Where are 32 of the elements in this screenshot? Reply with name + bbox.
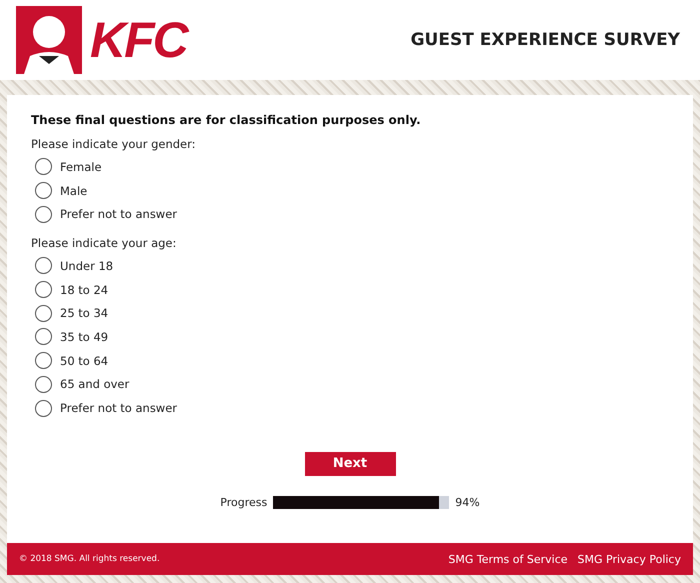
option-label: Prefer not to answer [60, 401, 178, 416]
option-label: 18 to 24 [60, 282, 108, 297]
radio-button[interactable] [35, 182, 52, 200]
option-label: 50 to 64 [60, 354, 108, 368]
logo-text: KFC [90, 11, 187, 69]
option-label: Prefer not to answer [60, 207, 178, 222]
option-label: 35 to 49 [60, 330, 108, 344]
intro-text: These final questions are for classification purposes only. [31, 113, 422, 127]
option-label: 65 and over [60, 377, 130, 392]
question-prompt: Please indicate your gender: [31, 137, 197, 151]
option-label: Under 18 [60, 258, 114, 273]
radio-button[interactable] [35, 376, 52, 393]
logo-figure-icon [16, 6, 82, 74]
radio-button[interactable] [35, 352, 52, 370]
progress-label: Progress [220, 496, 268, 509]
question-prompt: Please indicate your age: [31, 236, 178, 250]
footer-link[interactable]: SMG Privacy Policy [578, 552, 681, 566]
radio-button[interactable] [35, 328, 52, 346]
radio-button[interactable] [35, 257, 52, 274]
radio-button[interactable] [35, 158, 52, 176]
survey-title: GUEST EXPERIENCE SURVEY [410, 30, 680, 50]
option-label: 25 to 34 [60, 306, 108, 320]
radio-button[interactable] [35, 304, 52, 322]
radio-button[interactable] [35, 206, 52, 223]
option-label: Male [60, 184, 88, 198]
copyright-text: © 2018 SMG. All rights reserved. [19, 554, 160, 564]
progress-reading: 94% [455, 496, 480, 509]
footer-link[interactable]: SMG Terms of Service [448, 552, 568, 566]
next-button[interactable]: Next [304, 452, 396, 476]
radio-button[interactable] [35, 400, 52, 417]
radio-button[interactable] [35, 281, 52, 298]
option-label: Female [60, 160, 102, 174]
